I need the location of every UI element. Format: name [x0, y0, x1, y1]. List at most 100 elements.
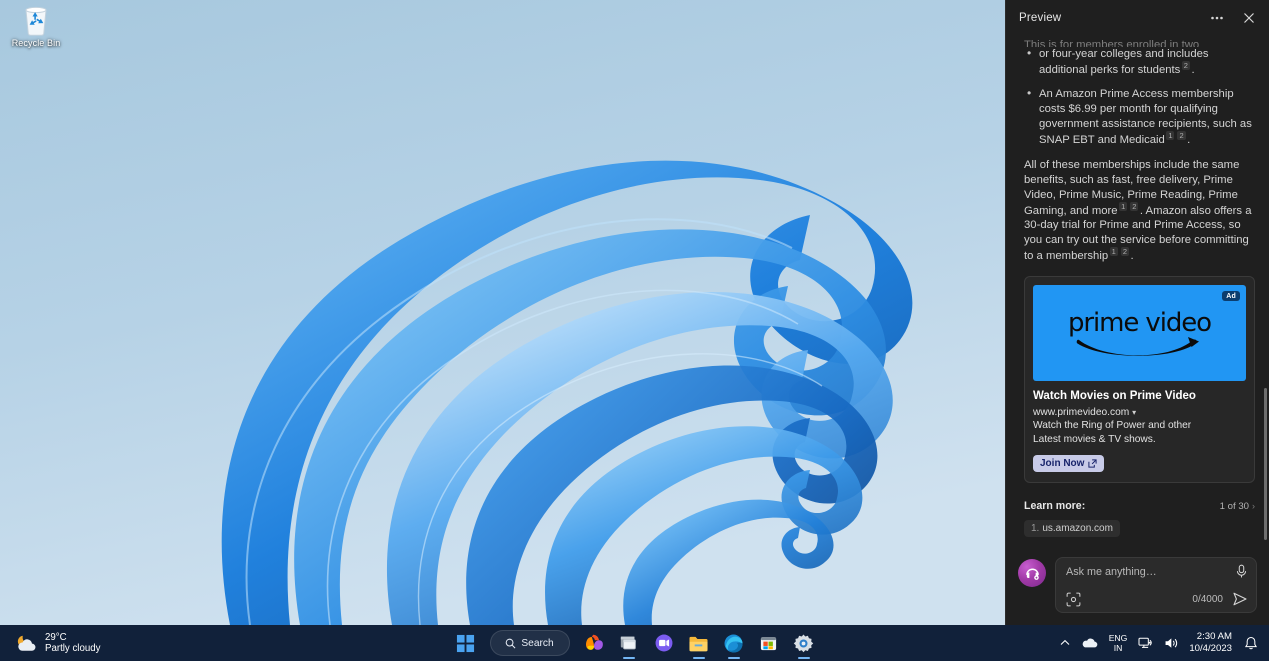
active-indicator: [623, 657, 635, 660]
weather-text: 29°C Partly cloudy: [45, 632, 100, 655]
copilot-icon: [583, 632, 605, 654]
taskbar-item-copilot[interactable]: [579, 628, 609, 658]
join-now-label: Join Now: [1040, 458, 1084, 469]
ad-url-text: www.primevideo.com: [1033, 407, 1129, 418]
citation-ref[interactable]: 2: [1177, 131, 1185, 140]
weather-condition: Partly cloudy: [45, 643, 100, 655]
citation-ref[interactable]: 1: [1119, 202, 1127, 211]
ad-description-line-1: Watch the Ring of Power and other: [1033, 419, 1246, 432]
volume-icon: [1164, 636, 1180, 650]
chevron-right-icon[interactable]: ›: [1252, 501, 1255, 511]
taskbar-item-teams[interactable]: [649, 628, 679, 658]
citation-ref[interactable]: 2: [1121, 247, 1129, 256]
citation-ref[interactable]: 1: [1166, 131, 1174, 140]
external-link-icon: [1088, 459, 1097, 468]
onedrive-tray-button[interactable]: [1076, 628, 1103, 658]
volume-tray-button[interactable]: [1159, 628, 1185, 658]
start-button[interactable]: [451, 628, 481, 658]
taskbar-item-task-view[interactable]: [614, 628, 644, 658]
ad-description-line-2: Latest movies & TV shows.: [1033, 433, 1246, 446]
gear-icon: [793, 633, 814, 654]
taskbar-center-group: Search: [451, 625, 819, 661]
composer-row: 0/4000: [1006, 549, 1269, 625]
weather-icon: [14, 633, 38, 653]
join-now-button[interactable]: Join Now: [1033, 455, 1104, 472]
composer-bottom-row: 0/4000: [1066, 591, 1248, 607]
recycle-bin-label: Recycle Bin: [12, 38, 61, 48]
learn-more-row: Learn more: 1 of 30 ›: [1024, 500, 1255, 512]
microphone-icon[interactable]: [1235, 564, 1248, 579]
folder-icon: [688, 634, 709, 653]
copilot-panel: Preview This is for members enrolled in …: [1005, 0, 1269, 625]
bullet-line-2: additional perks for students: [1039, 64, 1180, 76]
pager-text: 1 of 30: [1220, 501, 1249, 512]
close-button[interactable]: [1235, 5, 1263, 31]
clock[interactable]: 2:30 AM 10/4/2023: [1185, 631, 1239, 655]
active-indicator: [798, 657, 810, 660]
copilot-avatar-icon[interactable]: [1018, 559, 1046, 587]
bullet-item: or four-year colleges and includes addit…: [1024, 47, 1255, 77]
citation-chip[interactable]: 1.us.amazon.com: [1024, 520, 1120, 537]
desktop[interactable]: Recycle Bin: [0, 0, 1005, 625]
active-indicator: [728, 657, 740, 660]
store-icon: [759, 634, 778, 653]
clipped-text-line: This is for members enrolled in two: [1024, 38, 1255, 47]
ellipsis-icon: [1209, 10, 1225, 26]
bullet-trailing: .: [1187, 134, 1190, 146]
amazon-smile-icon: [1075, 334, 1205, 360]
clock-time: 2:30 AM: [1197, 631, 1232, 643]
learn-more-label: Learn more:: [1024, 500, 1220, 512]
citation-label: us.amazon.com: [1042, 523, 1113, 534]
citation-list: 1.us.amazon.com: [1024, 518, 1255, 537]
weather-temperature: 29°C: [45, 632, 100, 644]
weather-widget[interactable]: 29°C Partly cloudy: [0, 625, 110, 661]
clock-date: 10/4/2023: [1189, 643, 1232, 655]
active-indicator: [693, 657, 705, 660]
citation-pager[interactable]: 1 of 30 ›: [1220, 501, 1255, 512]
network-icon: [1138, 636, 1154, 650]
desktop-icon-recycle-bin[interactable]: Recycle Bin: [4, 4, 68, 60]
chat-input[interactable]: [1066, 566, 1235, 578]
teams-icon: [654, 633, 674, 653]
bullet-trailing: .: [1191, 64, 1194, 76]
bullet-item: An Amazon Prime Access membership costs …: [1024, 87, 1255, 147]
bell-icon: [1244, 636, 1258, 651]
network-tray-button[interactable]: [1133, 628, 1159, 658]
system-tray: ENG IN 2:30 AM: [1054, 625, 1269, 661]
panel-title: Preview: [1019, 12, 1199, 24]
taskbar: 29°C Partly cloudy: [0, 625, 1269, 661]
task-view-icon: [619, 633, 639, 653]
character-counter: 0/4000: [1192, 594, 1223, 605]
windows-logo-icon: [456, 634, 475, 653]
more-options-button[interactable]: [1203, 5, 1231, 31]
screen: Recycle Bin Preview This is for members …: [0, 0, 1269, 661]
composer-box[interactable]: 0/4000: [1055, 557, 1257, 613]
taskbar-item-edge[interactable]: [719, 628, 749, 658]
search-label: Search: [521, 638, 553, 649]
language-indicator[interactable]: ENG IN: [1103, 633, 1134, 653]
edge-icon: [723, 633, 744, 654]
citation-ref[interactable]: 1: [1110, 247, 1118, 256]
bullet-text: An Amazon Prime Access membership costs …: [1039, 88, 1252, 145]
taskbar-item-file-explorer[interactable]: [684, 628, 714, 658]
taskbar-search[interactable]: Search: [490, 630, 570, 656]
ad-title: Watch Movies on Prime Video: [1033, 389, 1246, 403]
chevron-down-icon[interactable]: ▾: [1132, 408, 1136, 417]
sponsored-ad-card[interactable]: Ad prime video Watch Movies on Prime Vid…: [1024, 276, 1255, 483]
taskbar-item-microsoft-store[interactable]: [754, 628, 784, 658]
copilot-conversation-scroll[interactable]: This is for members enrolled in two or f…: [1006, 36, 1269, 549]
conversation-scrollbar[interactable]: [1264, 388, 1267, 540]
language-line-1: ENG: [1109, 633, 1128, 643]
citation-ref[interactable]: 2: [1130, 202, 1138, 211]
notifications-button[interactable]: [1239, 628, 1263, 658]
ad-badge: Ad: [1222, 291, 1240, 301]
search-icon: [505, 638, 516, 649]
ad-url[interactable]: www.primevideo.com ▾: [1033, 406, 1246, 419]
taskbar-item-settings[interactable]: [789, 628, 819, 658]
show-hidden-icons-button[interactable]: [1054, 628, 1076, 658]
citation-ref[interactable]: 2: [1182, 61, 1190, 70]
paragraph-part-3: .: [1130, 250, 1133, 262]
send-icon[interactable]: [1232, 591, 1248, 607]
ad-image[interactable]: Ad prime video: [1033, 285, 1246, 381]
visual-search-icon[interactable]: [1066, 592, 1081, 607]
